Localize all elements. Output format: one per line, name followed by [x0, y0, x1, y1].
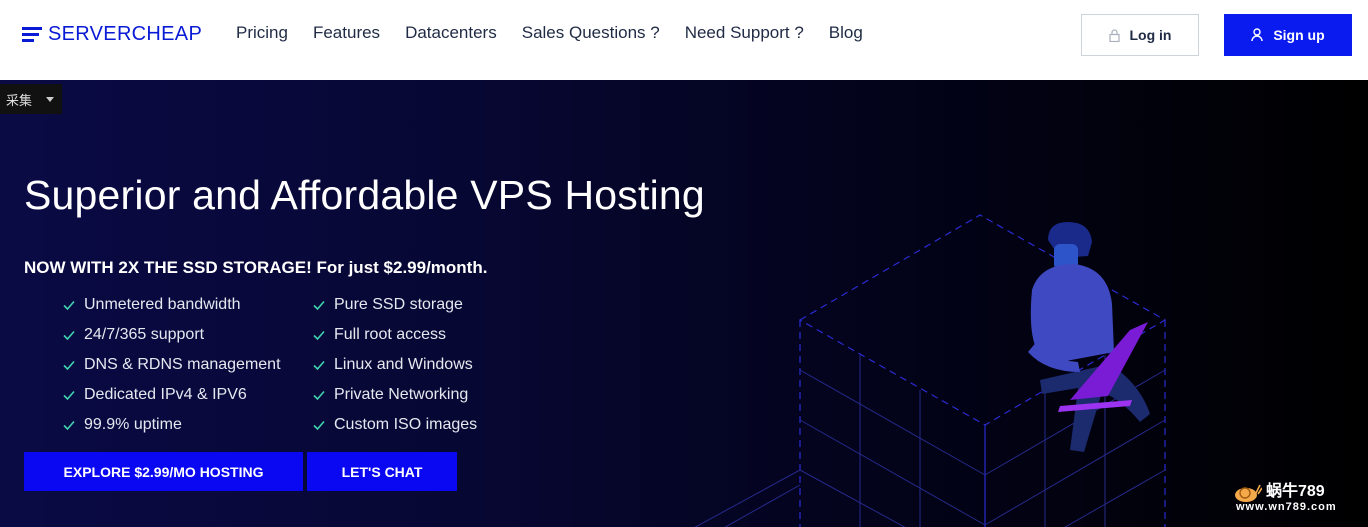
top-nav-bar: SERVERCHEAP Pricing Features Datacenters… [0, 0, 1368, 80]
lock-icon [1108, 28, 1120, 42]
watermark-url: www.wn789.com [1236, 501, 1337, 513]
hero-title: Superior and Affordable VPS Hosting [24, 172, 705, 218]
snail-logo-icon [1235, 484, 1262, 502]
hero-subtitle: NOW WITH 2X THE SSD STORAGE! For just $2… [24, 258, 488, 277]
person-figure [1028, 222, 1150, 452]
feature-label: Full root access [334, 326, 447, 343]
isometric-person-illustration [694, 214, 1167, 527]
feature-item: 24/7/365 support [62, 325, 312, 345]
signup-label: Sign up [1273, 27, 1325, 43]
feature-label: Private Networking [334, 386, 469, 403]
feature-item: Linux and Windows [312, 355, 522, 375]
feature-label: DNS & RDNS management [84, 356, 281, 373]
check-icon [313, 300, 325, 311]
check-icon [313, 420, 325, 431]
login-label: Log in [1129, 27, 1172, 43]
nav-need-support[interactable]: Need Support ? [685, 23, 804, 43]
feature-label: 99.9% uptime [84, 416, 182, 433]
feature-item: Custom ISO images [312, 415, 522, 435]
feature-label: Linux and Windows [334, 356, 473, 373]
check-icon [63, 420, 75, 431]
user-icon [1251, 28, 1264, 42]
collect-label: 采集 [6, 92, 33, 108]
feature-item: Dedicated IPv4 & IPV6 [62, 385, 312, 405]
brand-name: SERVERCHEAP [48, 22, 203, 45]
logo-bars-icon [22, 26, 42, 42]
watermark-title: 蜗牛789 [1266, 483, 1325, 500]
feature-label: Pure SSD storage [334, 296, 463, 313]
feature-label: 24/7/365 support [84, 326, 205, 343]
explore-hosting-button[interactable]: EXPLORE $2.99/MO HOSTING [24, 452, 303, 491]
check-icon [313, 360, 325, 371]
feature-item: Private Networking [312, 385, 522, 405]
nav-datacenters[interactable]: Datacenters [405, 23, 497, 43]
check-icon [313, 390, 325, 401]
login-button[interactable]: Log in [1081, 14, 1199, 56]
feature-item: DNS & RDNS management [62, 355, 312, 375]
collect-dropdown[interactable]: 采集 [0, 84, 62, 114]
feature-list: Unmetered bandwidth Pure SSD storage 24/… [62, 295, 522, 435]
nav-sales-questions[interactable]: Sales Questions ? [522, 23, 660, 43]
check-icon [63, 360, 75, 371]
check-icon [63, 330, 75, 341]
nav-pricing[interactable]: Pricing [236, 23, 288, 43]
lets-chat-button[interactable]: LET'S CHAT [307, 452, 457, 491]
feature-item: Full root access [312, 325, 522, 345]
brand-logo[interactable]: SERVERCHEAP [22, 22, 202, 46]
feature-label: Custom ISO images [334, 416, 478, 433]
feature-item: 99.9% uptime [62, 415, 312, 435]
site-watermark: 蜗牛789 www.wn789.com [1232, 475, 1362, 523]
nav-features[interactable]: Features [313, 23, 380, 43]
check-icon [63, 300, 75, 311]
check-icon [63, 390, 75, 401]
nav-blog[interactable]: Blog [829, 23, 863, 43]
hero-section: 采集 Superior and Affordable VPS Hosting N… [0, 80, 1368, 527]
check-icon [313, 330, 325, 341]
feature-item: Pure SSD storage [312, 295, 522, 315]
caret-down-icon [46, 96, 55, 102]
main-nav: Pricing Features Datacenters Sales Quest… [236, 23, 888, 43]
signup-button[interactable]: Sign up [1224, 14, 1352, 56]
feature-item: Unmetered bandwidth [62, 295, 312, 315]
feature-label: Dedicated IPv4 & IPV6 [84, 386, 247, 403]
feature-label: Unmetered bandwidth [84, 296, 241, 313]
